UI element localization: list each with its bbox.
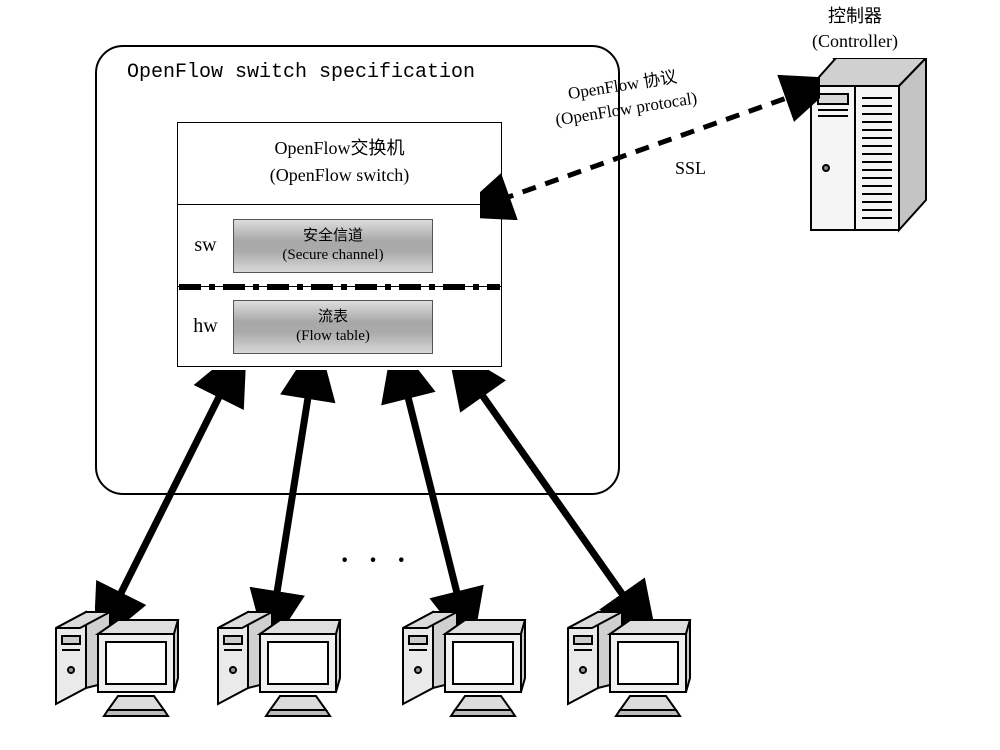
- controller-server-icon: [808, 58, 928, 233]
- client-pc-4: [560, 610, 695, 720]
- flow-en: (Flow table): [296, 327, 370, 346]
- sw-row: sw 安全信道 (Secure channel): [178, 205, 501, 286]
- secure-cn: 安全信道: [303, 227, 363, 246]
- controller-cn: 控制器: [828, 6, 882, 26]
- spec-title: OpenFlow switch specification: [127, 61, 475, 84]
- switch-title-cn: OpenFlow交换机: [275, 138, 405, 158]
- ssl-label: SSL: [675, 158, 706, 179]
- controller-label: 控制器 (Controller): [812, 4, 898, 54]
- client-arrows: [95, 370, 695, 630]
- flow-table-box: 流表 (Flow table): [233, 300, 433, 354]
- client-pc-3: [395, 610, 530, 720]
- hw-row: hw 流表 (Flow table): [178, 286, 501, 367]
- controller-en: (Controller): [812, 31, 898, 51]
- secure-channel-box: 安全信道 (Secure channel): [233, 219, 433, 273]
- secure-en: (Secure channel): [282, 246, 383, 265]
- switch-title-en: (OpenFlow switch): [270, 165, 409, 185]
- sw-label: sw: [178, 234, 233, 257]
- flow-cn: 流表: [318, 308, 348, 327]
- openflow-switch-box: OpenFlow交换机 (OpenFlow switch) sw 安全信道 (S…: [177, 122, 502, 367]
- sw-hw-dash-divider: [179, 284, 500, 290]
- client-pc-1: [48, 610, 183, 720]
- ellipsis: · · ·: [340, 545, 412, 577]
- client-pc-2: [210, 610, 345, 720]
- switch-header: OpenFlow交换机 (OpenFlow switch): [178, 123, 501, 205]
- hw-label: hw: [178, 315, 233, 338]
